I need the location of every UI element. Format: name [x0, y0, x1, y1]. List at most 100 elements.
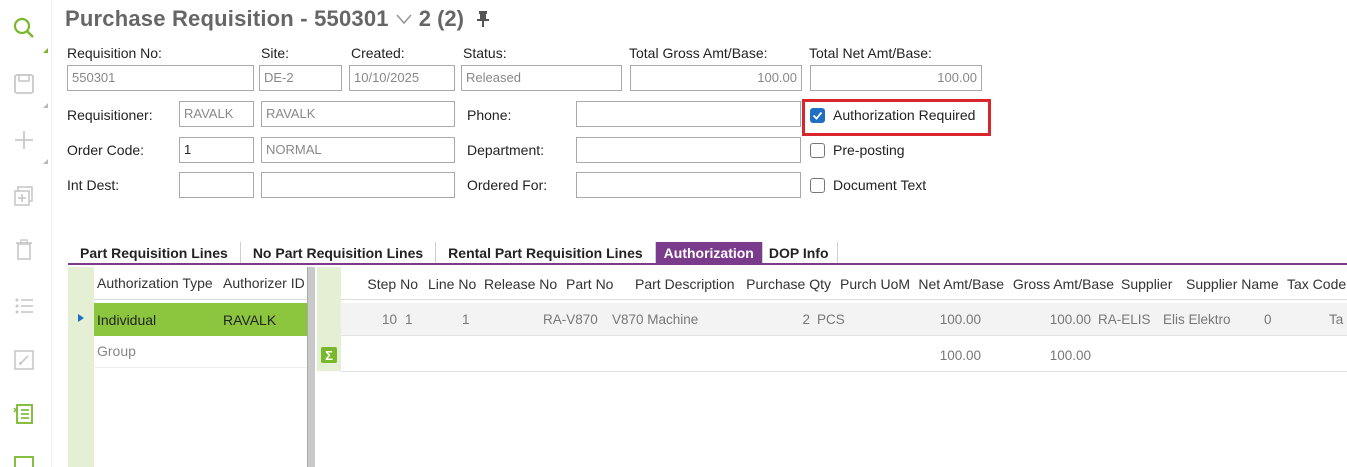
site-field[interactable]: DE-2	[259, 65, 342, 91]
total-gross-field[interactable]: 100.00	[630, 65, 802, 91]
grid-header: Step No Line No Release No Part No Part …	[341, 267, 1347, 300]
status-label: Status:	[463, 45, 507, 61]
checkbox-unchecked-icon[interactable]	[810, 177, 825, 193]
pre-posting-label: Pre-posting	[833, 142, 905, 158]
save-icon[interactable]	[8, 68, 40, 100]
tab-authorization[interactable]: Authorization	[655, 242, 763, 263]
authorization-type-cell: Individual	[97, 311, 157, 328]
details-icon[interactable]	[8, 398, 40, 430]
tab-bar: Part Requisition Lines No Part Requisiti…	[68, 242, 1347, 265]
search-icon[interactable]	[8, 12, 40, 44]
int-dest-name-field[interactable]	[261, 172, 455, 198]
department-label: Department:	[467, 142, 545, 158]
column-header-step-no[interactable]: Step No	[341, 267, 421, 300]
order-code-label: Order Code:	[67, 142, 145, 158]
page-title: Purchase Requisition - 550301	[65, 6, 389, 31]
panel-splitter[interactable]	[307, 267, 315, 467]
status-field[interactable]: Released	[461, 65, 622, 91]
column-header-authorization-type[interactable]: Authorization Type	[94, 275, 220, 291]
column-header-purchase-qty[interactable]: Purchase Qty	[742, 267, 834, 300]
record-position: 2 (2)	[418, 6, 464, 31]
tab-rental-part-requisition-lines[interactable]: Rental Part Requisition Lines	[436, 242, 656, 263]
open-icon[interactable]	[8, 344, 40, 376]
purchase-qty-cell: 2	[802, 312, 810, 327]
column-header-net-amt-base[interactable]: Net Amt/Base	[915, 267, 1007, 300]
ordered-for-field[interactable]	[576, 172, 801, 198]
pin-icon[interactable]	[476, 10, 490, 28]
export-icon[interactable]	[8, 450, 40, 467]
supplier-name-cell: Elis Elektro	[1163, 312, 1231, 327]
phone-label: Phone:	[467, 107, 512, 123]
sum-icon: Σ	[321, 347, 337, 363]
phone-field[interactable]	[576, 101, 801, 127]
column-header-supplier-name[interactable]: Supplier Name	[1183, 267, 1285, 300]
row-selector-column	[68, 267, 94, 467]
gross-amt-base-cell: 100.00	[1049, 312, 1091, 327]
requisitioner-label: Requisitioner:	[67, 107, 153, 123]
part-description-cell: V870 Machine	[612, 312, 699, 327]
requisitioner-code-field[interactable]: RAVALK	[179, 101, 254, 127]
add-icon[interactable]	[8, 124, 40, 156]
document-text-checkbox[interactable]: Document Text	[810, 177, 926, 193]
summary-row: 100.00 100.00	[341, 339, 1347, 372]
table-row[interactable]: Individual RAVALK	[94, 303, 308, 336]
tab-no-part-requisition-lines[interactable]: No Part Requisition Lines	[241, 242, 437, 263]
table-row[interactable]: 10 1 1 RA-V870 V870 Machine 2 PCS 100.00…	[341, 303, 1347, 336]
line-no-cell: 1	[405, 312, 413, 327]
document-text-label: Document Text	[833, 177, 927, 193]
column-header-supplier[interactable]: Supplier	[1118, 267, 1182, 300]
authorization-type-cell: Group	[97, 343, 136, 359]
highlight-box	[802, 99, 991, 136]
command-toolbar	[0, 0, 52, 467]
gross-amt-sum: 100.00	[1049, 348, 1091, 363]
total-gross-label: Total Gross Amt/Base:	[629, 45, 768, 61]
page-title-bar: Purchase Requisition - 550301 2 (2)	[65, 4, 490, 34]
column-header-gross-amt-base[interactable]: Gross Amt/Base	[1009, 267, 1117, 300]
total-net-field[interactable]: 100.00	[810, 65, 982, 91]
requisitioner-name-field[interactable]: RAVALK	[261, 101, 455, 127]
authorizer-id-cell: RAVALK	[223, 311, 277, 328]
int-dest-label: Int Dest:	[67, 177, 120, 193]
table-row[interactable]: Group	[94, 335, 308, 368]
truncated-cell: Ta	[1329, 312, 1344, 327]
int-dest-code-field[interactable]	[179, 172, 254, 198]
requisition-no-label: Requisition No:	[67, 45, 162, 61]
order-code-field[interactable]: 1	[179, 137, 254, 163]
net-amt-base-cell: 100.00	[939, 312, 981, 327]
tab-part-requisition-lines[interactable]: Part Requisition Lines	[68, 242, 241, 263]
current-row-arrow-icon	[78, 314, 84, 322]
authorization-grid: Authorization Type Authorizer ID Individ…	[68, 267, 308, 467]
requisition-no-field[interactable]: 550301	[67, 65, 254, 91]
supplier-cell: RA-ELIS	[1098, 312, 1151, 327]
column-header-tax-code[interactable]: Tax Code	[1284, 267, 1347, 300]
tab-dop-info[interactable]: DOP Info	[763, 242, 838, 263]
pre-posting-checkbox[interactable]: Pre-posting	[810, 142, 905, 158]
purch-uom-cell: PCS	[817, 312, 845, 327]
delete-icon[interactable]	[8, 234, 40, 266]
requisition-lines-grid: Σ Step No Line No Release No Part No Par…	[317, 267, 1347, 467]
part-no-cell: RA-V870	[543, 312, 598, 327]
column-header-line-no[interactable]: Line No	[425, 267, 481, 300]
step-no-cell: 10	[381, 312, 397, 327]
grid-empty-area	[94, 366, 308, 467]
tax-code-cell: 0	[1264, 312, 1272, 327]
column-header-purch-uom[interactable]: Purch UoM	[837, 267, 915, 300]
total-net-label: Total Net Amt/Base:	[809, 45, 932, 61]
department-field[interactable]	[576, 137, 801, 163]
grid-header: Authorization Type Authorizer ID	[94, 267, 308, 300]
chevron-down-icon[interactable]	[395, 12, 413, 26]
list-icon[interactable]	[8, 290, 40, 322]
ordered-for-label: Ordered For:	[467, 177, 548, 193]
created-field[interactable]: 10/10/2025	[349, 65, 455, 91]
release-no-cell: 1	[462, 312, 470, 327]
net-amt-sum: 100.00	[939, 348, 981, 363]
duplicate-icon[interactable]	[8, 180, 40, 212]
column-header-authorizer-id[interactable]: Authorizer ID	[220, 275, 308, 291]
checkbox-unchecked-icon[interactable]	[810, 142, 825, 158]
column-header-part-description[interactable]: Part Description	[632, 267, 742, 300]
site-label: Site:	[261, 45, 290, 61]
order-code-name-field[interactable]: NORMAL	[261, 137, 455, 163]
column-header-release-no[interactable]: Release No	[481, 267, 565, 300]
column-header-part-no[interactable]: Part No	[563, 267, 633, 300]
created-label: Created:	[351, 45, 405, 61]
